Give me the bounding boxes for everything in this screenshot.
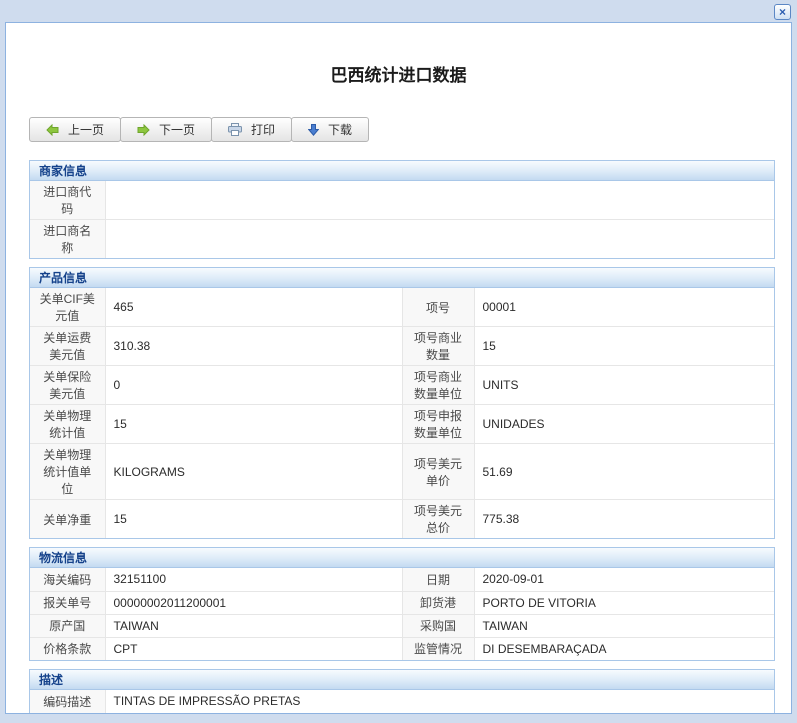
table-row: 关单CIF美元值 465 项号 00001 <box>30 288 774 327</box>
table-row: 进口商代码 <box>30 181 774 220</box>
table-row: 编码描述 TINTAS DE IMPRESSÃO PRETAS <box>30 690 774 713</box>
field-label: 报关单号 <box>30 591 105 614</box>
page-title: 巴西统计进口数据 <box>6 61 791 86</box>
section-title-merchant: 商家信息 <box>30 161 774 181</box>
field-value: 00001 <box>474 288 774 327</box>
field-value: 2020-09-01 <box>474 568 774 591</box>
field-value: 15 <box>105 405 402 444</box>
field-label: 项号美元总价 <box>402 500 474 539</box>
field-label: 关单保险美元值 <box>30 366 105 405</box>
table-row: 关单物理统计值单位 KILOGRAMS 项号美元单价 51.69 <box>30 444 774 500</box>
field-value: TINTAS DE IMPRESSÃO PRETAS <box>105 690 774 713</box>
field-value: CPT <box>105 637 402 660</box>
field-value: UNIDADES <box>474 405 774 444</box>
print-label: 打印 <box>251 121 275 138</box>
field-label: 项号 <box>402 288 474 327</box>
field-label: 海关编码 <box>30 568 105 591</box>
table-row: 海关编码 32151100 日期 2020-09-01 <box>30 568 774 591</box>
prev-page-label: 上一页 <box>68 121 104 138</box>
field-label: 关单CIF美元值 <box>30 288 105 327</box>
field-value: KILOGRAMS <box>105 444 402 500</box>
table-row: 价格条款 CPT 监管情况 DI DESEMBARAÇADA <box>30 637 774 660</box>
section-description: 描述 编码描述 TINTAS DE IMPRESSÃO PRETAS 产品描述 … <box>29 669 775 714</box>
arrow-left-icon <box>46 124 59 136</box>
section-title-product: 产品信息 <box>30 268 774 288</box>
field-label: 价格条款 <box>30 637 105 660</box>
printer-icon <box>228 123 242 136</box>
field-label: 项号申报数量单位 <box>402 405 474 444</box>
merchant-table: 进口商代码 进口商名称 <box>30 181 774 258</box>
field-label: 监管情况 <box>402 637 474 660</box>
field-value: 0 <box>105 366 402 405</box>
field-label: 关单物理统计值 <box>30 405 105 444</box>
field-value: 00000002011200001 <box>105 591 402 614</box>
field-label: 产品描述 <box>30 713 105 714</box>
field-label: 关单运费美元值 <box>30 327 105 366</box>
table-row: 关单净重 15 项号美元总价 775.38 <box>30 500 774 539</box>
field-label: 进口商代码 <box>30 181 105 220</box>
field-value: PORTO DE VITORIA <box>474 591 774 614</box>
field-label: 采购国 <box>402 614 474 637</box>
field-label: 日期 <box>402 568 474 591</box>
download-icon <box>308 124 319 136</box>
field-value <box>105 220 774 259</box>
next-page-button[interactable]: 下一页 <box>120 117 212 142</box>
section-title-description: 描述 <box>30 670 774 690</box>
table-row: 关单保险美元值 0 项号商业数量单位 UNITS <box>30 366 774 405</box>
table-row: 原产国 TAIWAN 采购国 TAIWAN <box>30 614 774 637</box>
field-value: 15 <box>105 500 402 539</box>
description-table: 编码描述 TINTAS DE IMPRESSÃO PRETAS 产品描述 TIN… <box>30 690 774 714</box>
field-label: 编码描述 <box>30 690 105 713</box>
field-value: DI DESEMBARAÇADA <box>474 637 774 660</box>
dialog-panel: 巴西统计进口数据 上一页 下一页 打印 下载 商家信息 进口商代码 <box>5 22 792 714</box>
table-row: 进口商名称 <box>30 220 774 259</box>
field-value: 15 <box>474 327 774 366</box>
field-value: 32151100 <box>105 568 402 591</box>
field-value: 775.38 <box>474 500 774 539</box>
field-value: 51.69 <box>474 444 774 500</box>
prev-page-button[interactable]: 上一页 <box>29 117 121 142</box>
table-row: 产品描述 TINTA PRETA DE IMPRESSAO, REF. LED … <box>30 713 774 714</box>
field-label: 关单物理统计值单位 <box>30 444 105 500</box>
arrow-right-icon <box>137 124 150 136</box>
section-product-info: 产品信息 关单CIF美元值 465 项号 00001 关单运费美元值 310.3… <box>29 267 775 539</box>
field-value: UNITS <box>474 366 774 405</box>
close-button[interactable]: × <box>774 4 791 20</box>
field-label: 项号商业数量单位 <box>402 366 474 405</box>
logistics-table: 海关编码 32151100 日期 2020-09-01 报关单号 0000000… <box>30 568 774 660</box>
download-label: 下载 <box>328 121 352 138</box>
table-row: 关单物理统计值 15 项号申报数量单位 UNIDADES <box>30 405 774 444</box>
toolbar: 上一页 下一页 打印 下载 <box>29 117 791 142</box>
close-icon: × <box>779 5 786 19</box>
field-label: 项号美元单价 <box>402 444 474 500</box>
field-value: TAIWAN <box>474 614 774 637</box>
section-logistics-info: 物流信息 海关编码 32151100 日期 2020-09-01 报关单号 00… <box>29 547 775 661</box>
table-row: 关单运费美元值 310.38 项号商业数量 15 <box>30 327 774 366</box>
field-label: 项号商业数量 <box>402 327 474 366</box>
section-title-logistics: 物流信息 <box>30 548 774 568</box>
download-button[interactable]: 下载 <box>291 117 369 142</box>
field-value: 465 <box>105 288 402 327</box>
field-value <box>105 181 774 220</box>
product-table: 关单CIF美元值 465 项号 00001 关单运费美元值 310.38 项号商… <box>30 288 774 538</box>
table-row: 报关单号 00000002011200001 卸货港 PORTO DE VITO… <box>30 591 774 614</box>
field-value: 310.38 <box>105 327 402 366</box>
next-page-label: 下一页 <box>159 121 195 138</box>
field-value: TAIWAN <box>105 614 402 637</box>
field-label: 原产国 <box>30 614 105 637</box>
field-value: TINTA PRETA DE IMPRESSAO, REF. LED UV IN… <box>105 713 774 714</box>
field-label: 关单净重 <box>30 500 105 539</box>
print-button[interactable]: 打印 <box>211 117 292 142</box>
field-label: 进口商名称 <box>30 220 105 259</box>
section-merchant-info: 商家信息 进口商代码 进口商名称 <box>29 160 775 259</box>
field-label: 卸货港 <box>402 591 474 614</box>
